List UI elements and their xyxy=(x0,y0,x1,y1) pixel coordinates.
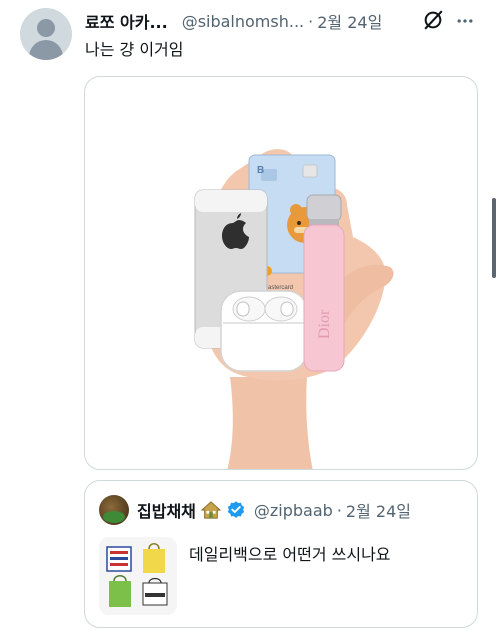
quoted-tweet-header: 집밥채채 @zipbaab · 2월 24일 xyxy=(137,498,411,522)
airpods-case xyxy=(220,290,308,372)
more-icon[interactable] xyxy=(455,11,475,31)
avatar-head-icon xyxy=(37,19,55,37)
media-illustration: B Mastercard Dior xyxy=(194,149,394,469)
avatar-body-icon xyxy=(29,40,63,60)
avatar[interactable] xyxy=(20,8,72,60)
verified-badge-icon xyxy=(227,501,245,518)
quoted-tweet-text: 데일리백으로 어떤거 쓰시나요 xyxy=(189,545,391,564)
card-brand-label: Mastercard xyxy=(263,285,293,291)
quoted-author-name[interactable]: 집밥채채 xyxy=(137,498,196,522)
tweet-text: 나는 걍 이거임 xyxy=(85,40,184,59)
lipstick-label: Dior xyxy=(316,309,333,339)
scrollbar-thumb[interactable] xyxy=(492,198,496,278)
tweet-media-image[interactable]: B Mastercard Dior xyxy=(84,76,478,470)
author-handle[interactable]: @sibalnomsh... xyxy=(182,12,304,31)
bags-illustration xyxy=(99,537,177,615)
quoted-media-thumbnail[interactable] xyxy=(99,537,177,615)
quoted-avatar[interactable] xyxy=(99,495,129,525)
arm-shape xyxy=(227,377,313,469)
tweet-date[interactable]: 2월 24일 xyxy=(317,9,382,33)
lipstick: Dior xyxy=(303,194,345,372)
quoted-tweet-date[interactable]: 2월 24일 xyxy=(346,498,411,522)
house-icon xyxy=(200,501,222,519)
separator: · xyxy=(308,11,314,31)
tweet-header: 료쪼 아카... @sibalnomsh... · 2월 24일 xyxy=(85,9,382,33)
quoted-tweet[interactable]: 집밥채채 @zipbaab · 2월 24일 데일리백으로 어떤거 쓰시나요 xyxy=(84,480,478,628)
avatar-food-icon xyxy=(103,511,125,523)
card-bank-label: B xyxy=(257,165,264,176)
quoted-author-handle[interactable]: @zipbaab xyxy=(254,501,333,520)
author-name[interactable]: 료쪼 아카... xyxy=(85,9,168,33)
grok-icon[interactable] xyxy=(422,9,444,31)
separator: · xyxy=(336,500,342,520)
